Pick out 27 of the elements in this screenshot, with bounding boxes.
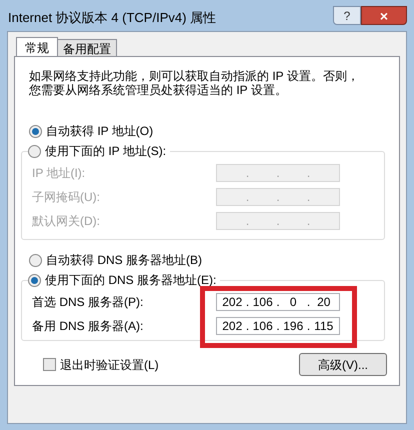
radio-label: 自动获得 DNS 服务器地址(B) [46,252,202,269]
field-label: IP 地址(I): [32,165,86,182]
field-label: 默认网关(D): [32,213,101,230]
tab[interactable]: 常规 [16,37,58,57]
checkbox-label: 退出时验证设置(L) [60,356,159,374]
radio-label: 使用下面的 DNS 服务器地址(E): [45,272,216,289]
checkbox[interactable] [43,358,56,371]
help-button[interactable]: ? [333,6,361,25]
advanced-button[interactable]: 高级(V)... [299,353,387,376]
radio-button[interactable] [29,254,42,266]
field-label: 备用 DNS 服务器(A): [32,318,144,335]
ip-address-field[interactable]: 202 . 106 . 196 . 115 [216,317,340,335]
radio-button[interactable] [28,274,41,286]
radio-label: 自动获得 IP 地址(O) [46,123,154,140]
radio-button[interactable] [28,144,41,158]
window-title: Internet 协议版本 4 (TCP/IPv4) 属性 [7,9,216,27]
intro-text: 如果网络支持此功能，则可以获取自动指派的 IP 设置。否则，您需要从网络系统管理员处获得适当的 IP 设置。 [29,69,359,97]
ip-address-field: . . . [216,188,340,206]
ip-address-field: . . . [216,212,340,230]
radio-button[interactable] [29,124,42,138]
radio-label: 使用下面的 IP 地址(S): [45,143,166,160]
ip-address-field[interactable]: 202 . 106 . 0 . 20 [216,293,340,311]
tab[interactable]: 备用配置 [57,39,117,56]
field-label: 子网掩码(U): [32,189,101,206]
ip-address-field: . . . [216,164,340,182]
field-label: 首选 DNS 服务器(P): [32,294,144,311]
close-button[interactable]: × [361,6,407,25]
